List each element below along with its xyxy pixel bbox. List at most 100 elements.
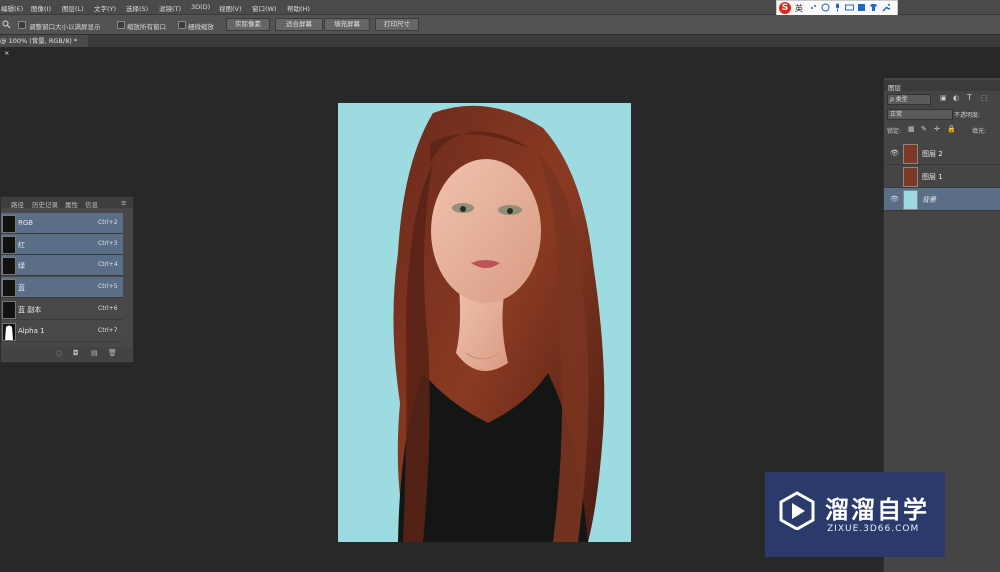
document-tab[interactable]: @ 100% (背景, RGB/8) * × — [0, 35, 88, 57]
channel-row-blue[interactable]: 蓝 Ctrl+5 — [1, 277, 123, 298]
menu-window[interactable]: 窗口(W) — [252, 3, 277, 13]
fit-screen-button[interactable]: 适合屏幕 — [275, 18, 323, 31]
menu-select[interactable]: 选择(S) — [126, 3, 148, 13]
menu-filter[interactable]: 滤镜(T) — [159, 3, 181, 13]
resize-windows-label: 调整窗口大小以满屏显示 — [29, 23, 101, 31]
menu-help[interactable]: 帮助(H) — [287, 3, 310, 13]
ime-language-label[interactable]: 英 — [795, 3, 803, 14]
menu-edit[interactable]: 编辑(E) — [1, 3, 23, 13]
layer-row-layer2[interactable]: 👁 图层 2 — [884, 142, 1000, 165]
channel-shortcut: Ctrl+3 — [98, 240, 118, 247]
channel-thumbnail — [2, 279, 16, 297]
channel-shortcut: Ctrl+5 — [98, 283, 118, 290]
shape-filter-icon[interactable]: ⬚ — [981, 94, 988, 102]
emoji-icon[interactable] — [821, 3, 830, 12]
watermark-url: ZIXUE.3D66.COM — [827, 524, 920, 534]
fill-label: 填充: — [972, 128, 987, 135]
channel-name: Alpha 1 — [18, 327, 45, 335]
skin-icon[interactable] — [857, 3, 866, 12]
magnifier-icon[interactable] — [2, 20, 11, 31]
watermark-brand: 溜溜自学 — [825, 496, 929, 524]
resize-windows-checkbox[interactable] — [18, 21, 26, 29]
visibility-eye-icon[interactable]: 👁 — [890, 195, 899, 203]
channel-row-blue-copy[interactable]: 蓝 副本 Ctrl+6 — [1, 299, 123, 320]
layers-panel-header: 图层 — [884, 80, 1000, 92]
visibility-eye-icon[interactable]: 👁 — [890, 149, 899, 157]
channel-name: 绿 — [18, 262, 25, 270]
channel-thumbnail — [2, 301, 16, 319]
opacity-label: 不透明度: — [954, 112, 981, 119]
tab-history[interactable]: 历史记录 — [32, 199, 58, 209]
print-size-button[interactable]: 打印尺寸 — [375, 18, 419, 31]
keyboard-icon[interactable] — [845, 3, 854, 12]
shirt-icon[interactable] — [869, 3, 878, 12]
document-tab-bar — [0, 35, 1000, 47]
layer-thumbnail — [903, 167, 918, 187]
scrubby-zoom-checkbox[interactable] — [178, 21, 186, 29]
layer-row-background[interactable]: 👁 背景 — [884, 188, 1000, 211]
lock-transparent-icon[interactable]: ▦ — [908, 125, 915, 133]
punctuation-icon[interactable] — [809, 3, 818, 12]
zoom-all-windows-label: 缩放所有窗口 — [127, 23, 166, 31]
save-selection-icon[interactable]: ◘ — [73, 349, 79, 357]
close-icon[interactable]: × — [4, 49, 9, 57]
channel-thumbnail — [2, 236, 16, 254]
channel-row-rgb[interactable]: RGB Ctrl+2 — [1, 213, 123, 234]
tab-info[interactable]: 信息 — [85, 199, 98, 209]
channel-shortcut: Ctrl+4 — [98, 261, 118, 268]
channel-row-alpha1[interactable]: Alpha 1 Ctrl+7 — [1, 321, 123, 342]
document-canvas[interactable] — [338, 103, 631, 542]
channels-panel: 路径 历史记录 属性 信息 ≡ RGB Ctrl+2 红 Ctrl+3 绿 Ct… — [0, 196, 134, 363]
channel-thumbnail — [2, 323, 16, 341]
play-logo-icon — [779, 491, 815, 530]
wrench-icon[interactable] — [881, 3, 892, 12]
options-bar: 调整窗口大小以满屏显示 缩放所有窗口 细微缩放 实际像素 适合屏幕 填充屏幕 打… — [0, 15, 1000, 35]
layer-thumbnail — [903, 144, 918, 164]
tab-paths[interactable]: 路径 — [11, 199, 24, 209]
channel-name: 蓝 副本 — [18, 306, 42, 314]
channel-name: RGB — [18, 219, 34, 227]
channel-row-red[interactable]: 红 Ctrl+3 — [1, 234, 123, 255]
tab-layers[interactable]: 图层 — [888, 82, 901, 92]
adjustment-filter-icon[interactable]: ◐ — [953, 94, 959, 102]
lock-pixels-icon[interactable]: ✎ — [921, 125, 927, 133]
microphone-icon[interactable] — [833, 3, 842, 12]
layer-filter-select[interactable]: ρ 类型 — [887, 94, 931, 105]
new-channel-icon[interactable]: ▤ — [91, 349, 98, 357]
tab-properties[interactable]: 属性 — [65, 199, 78, 209]
image-filter-icon[interactable]: ▣ — [940, 94, 947, 102]
type-filter-icon[interactable]: T — [967, 93, 972, 102]
panel-menu-icon[interactable]: ≡ — [121, 199, 126, 207]
lock-position-icon[interactable]: ✛ — [934, 125, 940, 133]
document-tab-title: @ 100% (背景, RGB/8) * — [0, 37, 78, 45]
channels-footer: ◌ ◘ ▤ 🗑 — [1, 347, 133, 361]
visibility-empty-icon[interactable]: ▫ — [890, 172, 895, 180]
sogou-logo-icon[interactable]: S — [779, 2, 791, 14]
fill-screen-button[interactable]: 填充屏幕 — [324, 18, 370, 31]
zoom-all-windows-checkbox[interactable] — [117, 21, 125, 29]
menu-image[interactable]: 图像(I) — [31, 3, 51, 13]
channel-thumbnail — [2, 257, 16, 275]
channel-row-green[interactable]: 绿 Ctrl+4 — [1, 255, 123, 276]
layer-thumbnail — [903, 190, 918, 210]
load-selection-icon[interactable]: ◌ — [56, 349, 62, 357]
watermark-logo: 溜溜自学 ZIXUE.3D66.COM — [765, 472, 945, 557]
layer-row-layer1[interactable]: ▫ 图层 1 — [884, 165, 1000, 188]
layer-name: 背景 — [922, 196, 936, 204]
layer-name: 图层 1 — [922, 173, 943, 181]
lock-all-icon[interactable]: 🔒 — [947, 125, 956, 133]
blend-mode-select[interactable]: 正常 — [887, 109, 953, 120]
menu-type[interactable]: 文字(Y) — [94, 3, 116, 13]
channel-name: 蓝 — [18, 284, 25, 292]
channel-shortcut: Ctrl+6 — [98, 305, 118, 312]
channel-thumbnail — [2, 215, 16, 233]
menu-3d[interactable]: 3D(D) — [191, 3, 210, 11]
lock-label: 锁定: — [887, 128, 902, 135]
channel-shortcut: Ctrl+2 — [98, 219, 118, 226]
layer-name: 图层 2 — [922, 150, 943, 158]
menu-view[interactable]: 视图(V) — [219, 3, 242, 13]
menu-layer[interactable]: 图层(L) — [62, 3, 84, 13]
actual-pixels-button[interactable]: 实际像素 — [226, 18, 270, 31]
scrubby-zoom-label: 细微缩放 — [188, 23, 214, 31]
trash-icon[interactable]: 🗑 — [108, 349, 117, 357]
